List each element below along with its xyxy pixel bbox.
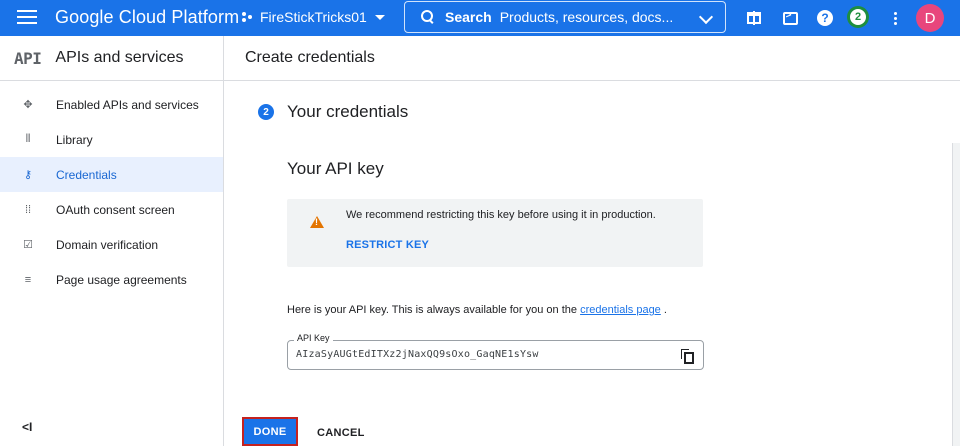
sidebar-item-label: Credentials — [56, 167, 117, 182]
api-key-info: Here is your API key. This is always ava… — [287, 304, 667, 316]
sidebar-header: API APIs and services — [0, 36, 223, 81]
restrict-key-button[interactable]: RESTRICT KEY — [346, 239, 429, 251]
key-icon: ⚷ — [23, 169, 33, 181]
help-icon[interactable]: ? — [816, 9, 834, 27]
gift-icon[interactable] — [745, 9, 763, 27]
notification-count: 2 — [850, 9, 866, 25]
cloud-shell-icon[interactable] — [781, 9, 799, 27]
caret-down-icon — [374, 14, 385, 20]
step-header: 2 Your credentials — [258, 102, 408, 122]
sidebar-nav: ✥ Enabled APIs and services ⦀ Library ⚷ … — [0, 87, 223, 297]
sidebar-title: APIs and services — [55, 49, 184, 66]
project-dots-icon — [242, 11, 254, 23]
sidebar-item-credentials[interactable]: ⚷ Credentials — [0, 157, 223, 192]
warning-icon — [310, 216, 324, 228]
info-suffix: . — [663, 304, 667, 316]
sidebar-item-enabled-apis[interactable]: ✥ Enabled APIs and services — [0, 87, 223, 122]
api-key-heading: Your API key — [287, 159, 384, 178]
warning-banner: We recommend restricting this key before… — [287, 199, 703, 267]
search-placeholder: Products, resources, docs... — [499, 9, 674, 25]
step-number-badge: 2 — [258, 104, 274, 120]
brand-title[interactable]: Google Cloud Platform — [55, 7, 239, 28]
notifications-badge[interactable]: 2 — [847, 6, 869, 28]
sidebar-item-library[interactable]: ⦀ Library — [0, 122, 223, 157]
sidebar-item-label: OAuth consent screen — [56, 202, 175, 217]
sidebar-item-domain-verification[interactable]: ☑ Domain verification — [0, 227, 223, 262]
search-icon — [421, 10, 435, 24]
checkbox-icon: ☑ — [23, 239, 33, 251]
project-selector[interactable]: FireStickTricks01 — [242, 9, 385, 25]
api-key-label: API Key — [294, 333, 333, 343]
sidebar-item-label: Library — [56, 132, 93, 147]
chevron-down-icon[interactable] — [698, 9, 714, 25]
diamond-dots-icon: ✥ — [23, 99, 33, 111]
search-label: Search — [445, 9, 492, 25]
sidebar-item-oauth[interactable]: ⁞⁞ OAuth consent screen — [0, 192, 223, 227]
project-name: FireStickTricks01 — [260, 9, 367, 25]
api-key-field[interactable]: API Key AIzaSyAUGtEdITXz2jNaxQQ9sOxo_Gaq… — [287, 333, 704, 370]
done-label: DONE — [245, 420, 295, 443]
page-header: Create credentials — [224, 36, 960, 81]
step-title: Your credentials — [287, 102, 409, 121]
cancel-button[interactable]: CANCEL — [317, 427, 365, 439]
avatar[interactable]: D — [916, 4, 944, 32]
settings-list-icon: ≡ — [24, 273, 32, 286]
copy-icon[interactable] — [681, 349, 694, 364]
sidebar-item-page-usage[interactable]: ≡ Page usage agreements — [0, 262, 223, 297]
collapse-sidebar-icon[interactable]: <I — [22, 420, 32, 434]
sidebar: API APIs and services ✥ Enabled APIs and… — [0, 36, 224, 446]
top-app-bar: Google Cloud Platform FireStickTricks01 … — [0, 0, 960, 36]
scrollbar[interactable] — [952, 143, 960, 446]
sidebar-item-label: Enabled APIs and services — [56, 97, 199, 112]
done-button[interactable]: DONE — [242, 417, 298, 446]
api-logo: API — [14, 48, 42, 68]
search-bar[interactable]: Search Products, resources, docs... — [404, 1, 726, 33]
api-key-value[interactable]: AIzaSyAUGtEdITXz2jNaxQQ9sOxo_GaqNE1sYsw — [296, 349, 539, 360]
sidebar-item-label: Page usage agreements — [56, 272, 187, 287]
info-text: Here is your API key. This is always ava… — [287, 304, 578, 316]
oauth-icon: ⁞⁞ — [24, 203, 32, 216]
warning-text: We recommend restricting this key before… — [346, 209, 656, 221]
page-title: Create credentials — [245, 49, 375, 66]
menu-icon[interactable] — [17, 10, 37, 26]
more-vert-icon[interactable] — [886, 9, 904, 27]
sidebar-item-label: Domain verification — [56, 237, 159, 252]
credentials-page-link[interactable]: credentials page — [580, 304, 661, 316]
library-icon: ⦀ — [25, 133, 31, 145]
